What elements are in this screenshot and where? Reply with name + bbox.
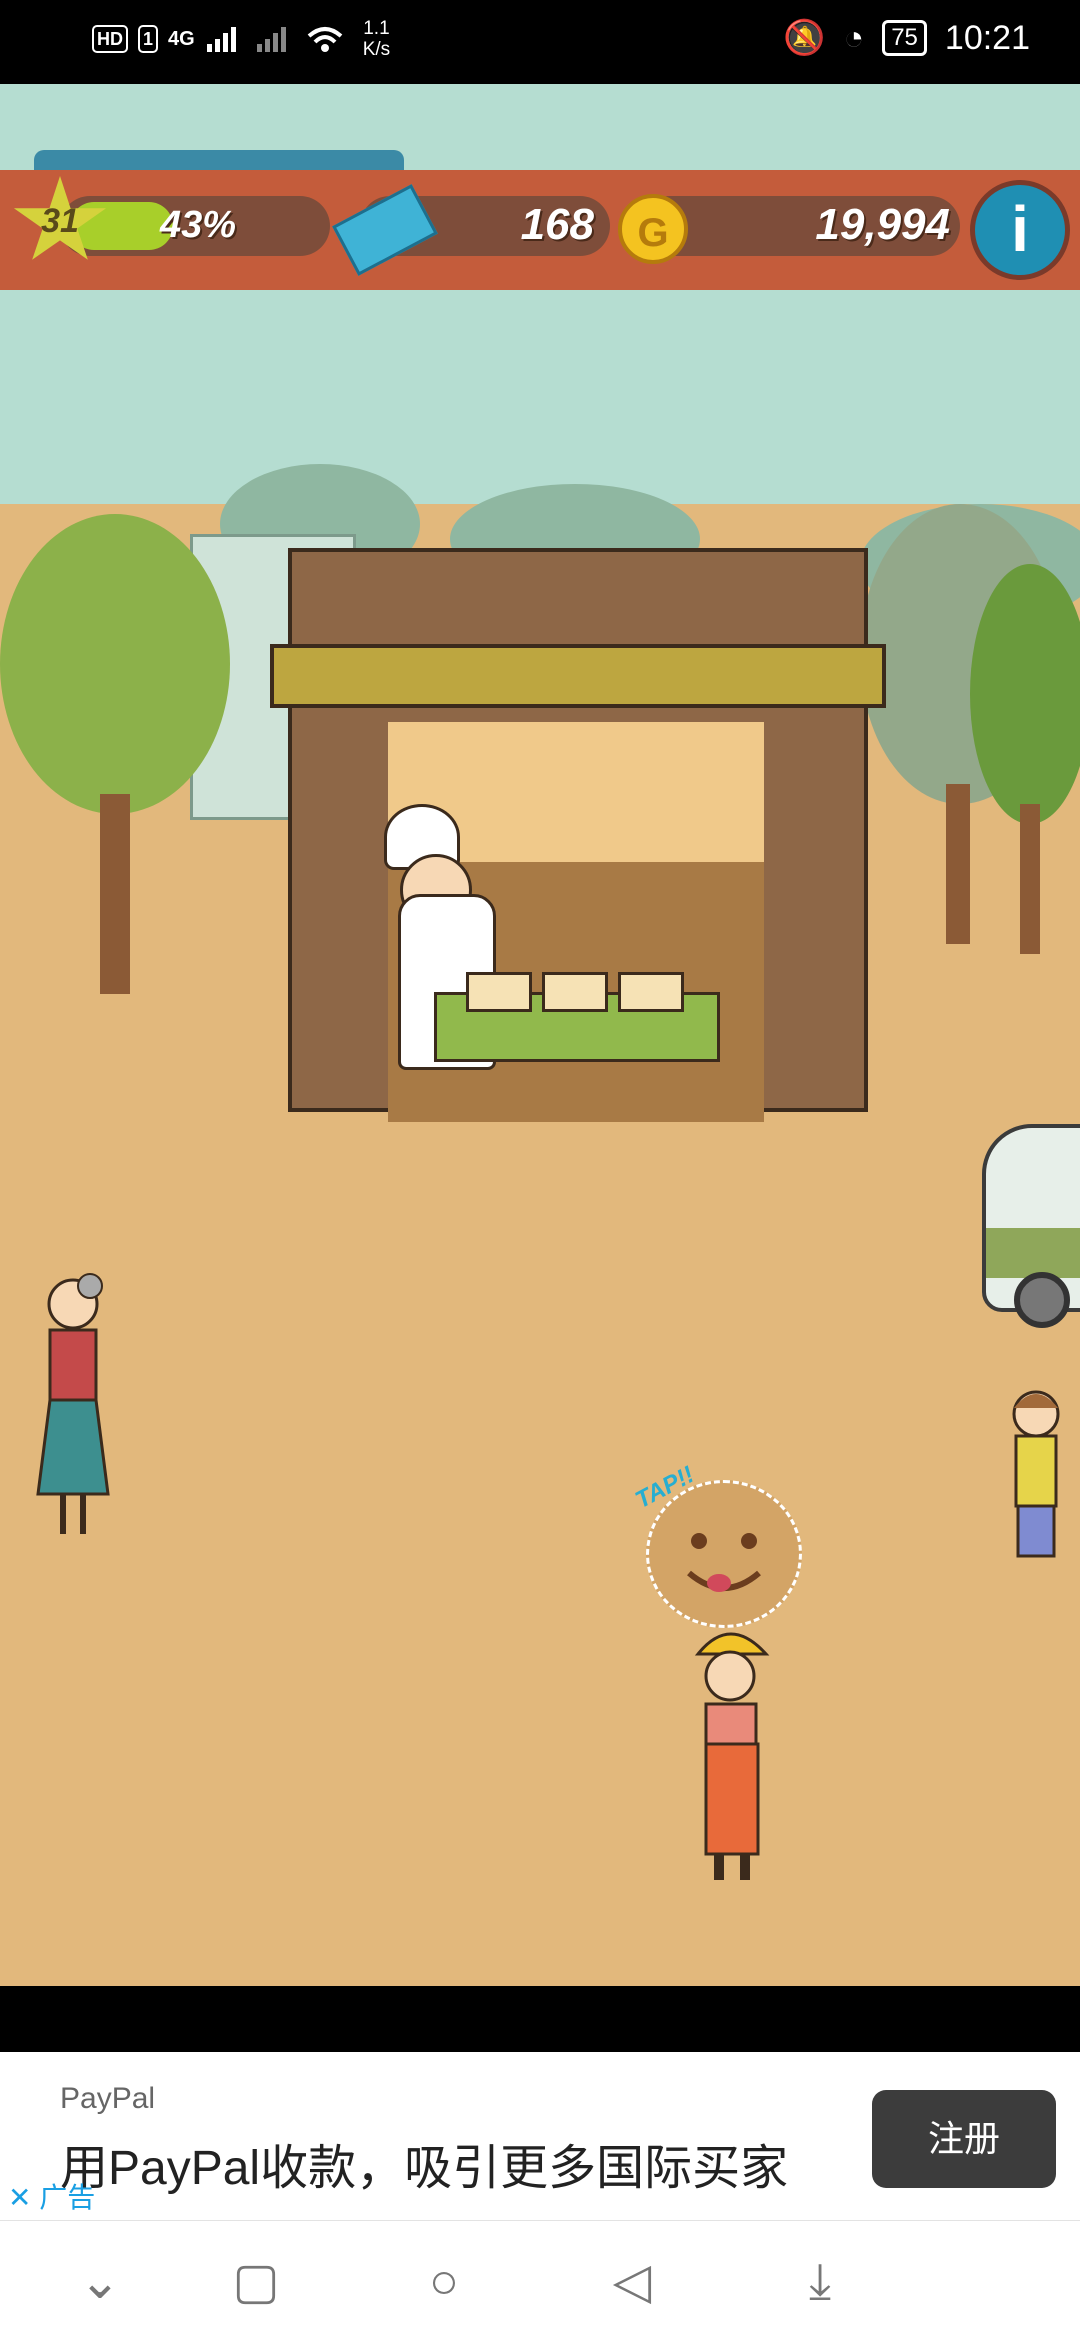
navigation-bar: ⌄ ▢ ○ ◁ ⤓: [0, 2220, 1080, 2341]
signal-icon: [206, 27, 236, 52]
coin-count: 19,994: [815, 200, 950, 249]
tree: [970, 564, 1080, 984]
sim1-badge: 1: [138, 25, 159, 53]
stall-awning: [270, 644, 886, 708]
ad-text[interactable]: 用PayPal收款，吸引更多国际买家: [60, 2128, 788, 2198]
van: [982, 1124, 1080, 1328]
ad-close-button[interactable]: ✕ 广告: [8, 2176, 95, 2216]
wifi-icon: [307, 27, 343, 52]
home-button[interactable]: ○: [414, 2251, 474, 2311]
speed-icon: ◔: [843, 18, 865, 57]
ad-spacer: [0, 1986, 1080, 2052]
game-canvas[interactable]: 31 43% 168 G 19,994 i TAP!!: [0, 84, 1080, 1986]
ad-brand: PayPal: [60, 2082, 156, 2115]
ad-register-button[interactable]: 注册: [872, 2090, 1056, 2188]
sandwich[interactable]: [542, 972, 608, 1012]
signal-2-icon: [256, 27, 286, 52]
hd-badge: HD: [92, 25, 128, 53]
clock: 10:21: [944, 18, 1030, 57]
back-button[interactable]: ◁: [602, 2251, 662, 2311]
hud-scallop: [0, 252, 1080, 302]
level-number: 31: [41, 202, 79, 240]
coin-icon[interactable]: G: [618, 194, 688, 264]
tap-bubble[interactable]: [646, 1480, 802, 1628]
network-type: 4G: [168, 27, 195, 50]
smiley-icon: [687, 1533, 761, 1592]
close-icon[interactable]: ✕: [8, 2182, 31, 2213]
sandwich[interactable]: [618, 972, 684, 1012]
customer-worker[interactable]: [670, 1614, 790, 1914]
chevron-down-icon[interactable]: ⌄: [70, 2251, 130, 2311]
recents-button[interactable]: ▢: [226, 2251, 286, 2311]
network-speed-unit: K/s: [362, 39, 391, 60]
tree: [0, 514, 230, 1034]
mute-icon: 🔕: [783, 19, 826, 57]
customer-grandma[interactable]: [18, 1264, 128, 1564]
xp-percent: 43%: [160, 204, 237, 246]
ad-label: 广告: [39, 2182, 96, 2213]
network-speed: 1.1: [363, 18, 390, 39]
customer-boy[interactable]: [996, 1374, 1076, 1614]
status-bar: HD 1 4G 1.1 K/s 🔕 ◔ 75 10:21: [0, 0, 1080, 84]
info-button[interactable]: i: [970, 180, 1070, 280]
ticket-count: 168: [520, 200, 594, 249]
sandwich[interactable]: [466, 972, 532, 1012]
ad-banner[interactable]: PayPal 用PayPal收款，吸引更多国际买家 注册 ✕ 广告: [0, 2052, 1080, 2220]
notification-pull-icon[interactable]: ⤓: [790, 2251, 850, 2311]
battery-icon: 75: [882, 20, 927, 56]
